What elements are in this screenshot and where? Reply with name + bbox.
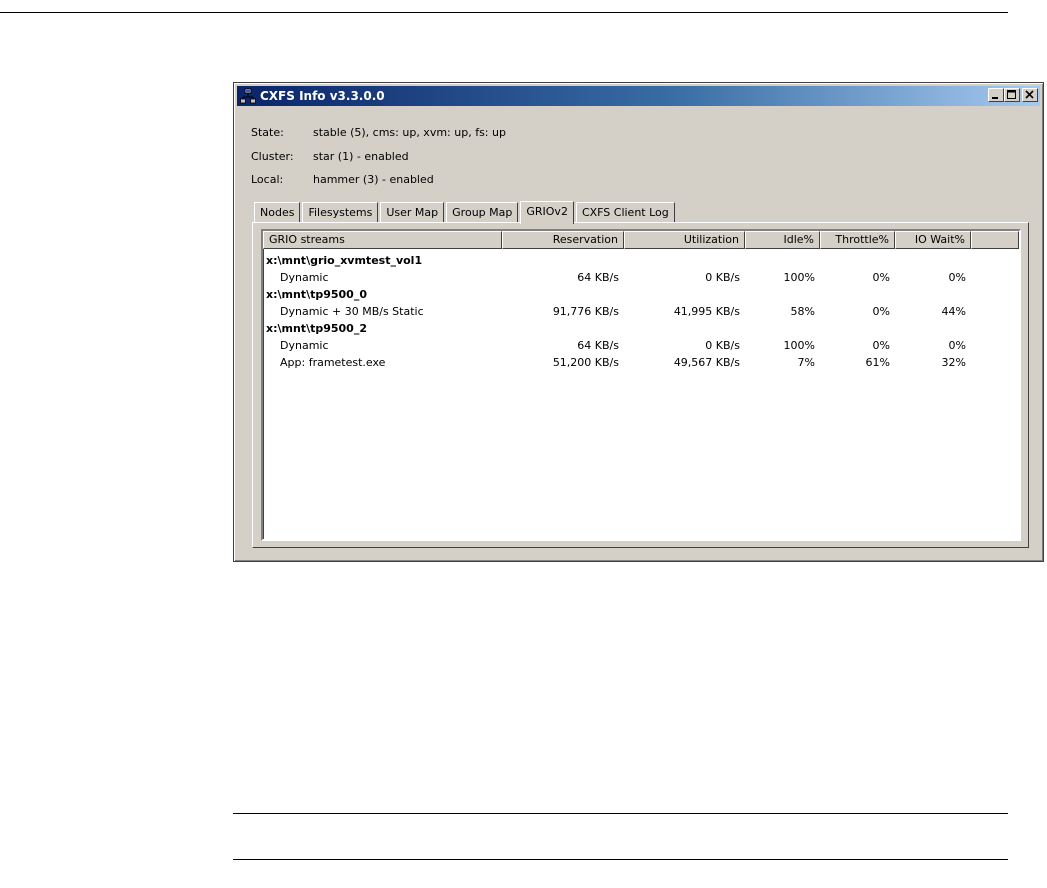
utilization-value: 0 KB/s — [705, 271, 740, 284]
idle-value: 7% — [797, 356, 815, 369]
column-header-idle[interactable]: Idle% — [745, 231, 820, 249]
cluster-value: star (1) - enabled — [313, 150, 409, 163]
throttle-value: 61% — [865, 356, 890, 369]
tab-griov2[interactable]: GRIOv2 — [520, 201, 574, 224]
reservation-value: 51,200 KB/s — [552, 356, 619, 369]
idle-value: 100% — [783, 271, 815, 284]
cxfs-info-window: CXFS Info v3.3.0.0 State: stable (5), cm… — [233, 82, 1044, 562]
tab-user-map[interactable]: User Map — [380, 202, 445, 223]
throttle-value: 0% — [872, 271, 890, 284]
window-title: CXFS Info v3.3.0.0 — [260, 89, 385, 103]
reservation-value: 64 KB/s — [577, 271, 619, 284]
page-note-rule-bottom — [233, 859, 1008, 860]
filesystem-name: x:\mnt\tp9500_0 — [266, 288, 367, 301]
close-icon — [1025, 90, 1034, 99]
tab-nodes[interactable]: Nodes — [254, 202, 301, 223]
stream-name: Dynamic — [280, 339, 329, 352]
table-row[interactable]: Dynamic 64 KB/s 0 KB/s 100% 0% 0% — [263, 269, 1019, 286]
column-header-reservation[interactable]: Reservation — [502, 231, 624, 249]
maximize-icon — [1007, 90, 1016, 99]
utilization-value: 41,995 KB/s — [673, 305, 740, 318]
io-wait-value: 0% — [948, 271, 966, 284]
tab-filesystems[interactable]: Filesystems — [302, 202, 379, 223]
cluster-row: Cluster: star (1) - enabled — [251, 150, 409, 163]
state-row: State: stable (5), cms: up, xvm: up, fs: … — [251, 126, 506, 139]
stream-name: Dynamic + 30 MB/s Static — [280, 305, 424, 318]
minimize-button[interactable] — [988, 88, 1004, 102]
close-button[interactable] — [1022, 88, 1038, 102]
state-label: State: — [251, 126, 284, 139]
io-wait-value: 44% — [941, 305, 966, 318]
table-row[interactable]: App: frametest.exe 51,200 KB/s 49,567 KB… — [263, 354, 1019, 371]
table-row[interactable]: Dynamic + 30 MB/s Static 91,776 KB/s 41,… — [263, 303, 1019, 320]
reservation-value: 64 KB/s — [577, 339, 619, 352]
network-nodes-icon — [240, 88, 256, 104]
table-row[interactable]: Dynamic 64 KB/s 0 KB/s 100% 0% 0% — [263, 337, 1019, 354]
list-body: x:\mnt\grio_xvmtest_vol1 Dynamic 64 KB/s… — [263, 249, 1019, 371]
stream-name: App: frametest.exe — [280, 356, 386, 369]
table-row[interactable]: x:\mnt\tp9500_2 — [263, 320, 1019, 337]
tab-group-map[interactable]: Group Map — [446, 202, 519, 223]
filesystem-name: x:\mnt\tp9500_2 — [266, 322, 367, 335]
window-controls — [988, 88, 1038, 102]
column-header-grio-streams[interactable]: GRIO streams — [263, 231, 502, 249]
column-header-io-wait[interactable]: IO Wait% — [895, 231, 971, 249]
stream-name: Dynamic — [280, 271, 329, 284]
local-value: hammer (3) - enabled — [313, 173, 434, 186]
io-wait-value: 0% — [948, 339, 966, 352]
column-header-filler — [971, 231, 1019, 249]
utilization-value: 49,567 KB/s — [673, 356, 740, 369]
idle-value: 58% — [790, 305, 815, 318]
table-row[interactable]: x:\mnt\tp9500_0 — [263, 286, 1019, 303]
local-row: Local: hammer (3) - enabled — [251, 173, 434, 186]
reservation-value: 91,776 KB/s — [552, 305, 619, 318]
page-note-rule-top — [233, 813, 1008, 814]
maximize-button[interactable] — [1004, 88, 1020, 102]
list-header: GRIO streams Reservation Utilization Idl… — [263, 231, 1019, 249]
utilization-value: 0 KB/s — [705, 339, 740, 352]
cluster-label: Cluster: — [251, 150, 294, 163]
local-label: Local: — [251, 173, 284, 186]
filesystem-name: x:\mnt\grio_xvmtest_vol1 — [266, 254, 423, 267]
io-wait-value: 32% — [941, 356, 966, 369]
page-top-rule — [0, 12, 1008, 13]
idle-value: 100% — [783, 339, 815, 352]
minimize-icon — [992, 97, 998, 99]
table-row[interactable]: x:\mnt\grio_xvmtest_vol1 — [263, 252, 1019, 269]
tab-cxfs-client-log[interactable]: CXFS Client Log — [575, 202, 675, 223]
throttle-value: 0% — [872, 339, 890, 352]
column-header-utilization[interactable]: Utilization — [624, 231, 745, 249]
griov2-panel: GRIO streams Reservation Utilization Idl… — [252, 222, 1029, 548]
state-value: stable (5), cms: up, xvm: up, fs: up — [313, 126, 506, 139]
throttle-value: 0% — [872, 305, 890, 318]
column-header-throttle[interactable]: Throttle% — [820, 231, 895, 249]
title-bar[interactable]: CXFS Info v3.3.0.0 — [237, 86, 1040, 106]
tab-strip: Nodes Filesystems User Map Group Map GRI… — [254, 201, 677, 224]
grio-streams-list[interactable]: GRIO streams Reservation Utilization Idl… — [261, 229, 1021, 541]
